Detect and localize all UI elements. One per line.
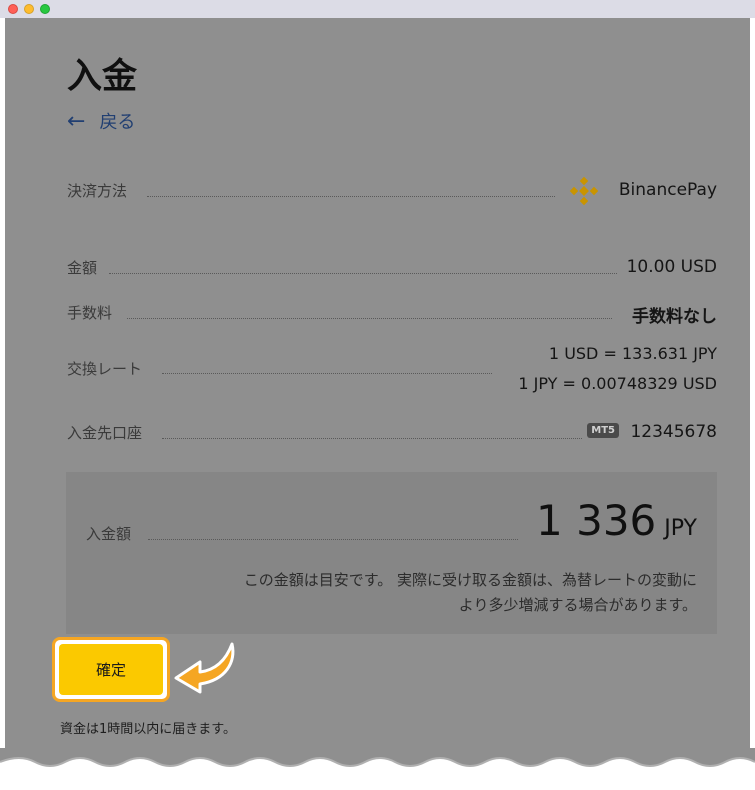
- amount-label: 金額: [67, 257, 98, 278]
- estimate-note: この金額は目安です。 実際に受け取る金額は、為替レートの変動に より多少増減する…: [137, 568, 697, 618]
- deposit-amount: 1 336 JPY: [536, 496, 697, 545]
- arrow-left-icon: ←: [67, 109, 86, 134]
- deposit-amount-label: 入金額: [86, 525, 132, 543]
- deposit-amount-currency: JPY: [664, 516, 697, 541]
- back-link[interactable]: ← 戻る: [67, 108, 135, 134]
- fee-row: 手数料 手数料なし: [67, 298, 717, 328]
- dotted-leader: [147, 196, 555, 197]
- payment-method-value: BinancePay: [618, 180, 717, 200]
- fee-label: 手数料: [67, 302, 113, 323]
- maximize-window-button[interactable]: [40, 4, 50, 14]
- pointing-arrow-icon: [174, 642, 235, 694]
- dotted-leader: [148, 539, 518, 540]
- exchange-rate-usd-jpy: 1 USD = 133.631 JPY: [548, 344, 717, 363]
- mt5-badge: MT5: [587, 423, 619, 438]
- minimize-window-button[interactable]: [24, 4, 34, 14]
- dotted-leader: [162, 373, 492, 374]
- exchange-rate-jpy-usd: 1 JPY = 0.00748329 USD: [518, 374, 717, 393]
- exchange-rate-row: 交換レート 1 USD = 133.631 JPY 1 JPY = 0.0074…: [67, 343, 717, 395]
- estimate-note-line: この金額は目安です。 実際に受け取る金額は、為替レートの変動に: [243, 571, 697, 589]
- browser-window: 入金 ← 戻る 決済方法 BinancePay 金額 10.00 USD 手数料…: [0, 0, 755, 790]
- amount-value: 10.00 USD: [626, 257, 717, 277]
- title-bar: [0, 0, 755, 18]
- dotted-leader: [162, 438, 582, 439]
- account-number: 12345678: [630, 422, 717, 442]
- back-link-label: 戻る: [99, 112, 136, 133]
- dotted-leader: [109, 273, 617, 274]
- account-label: 入金先口座: [67, 422, 143, 443]
- page-title: 入金: [67, 57, 138, 97]
- estimate-note-line: より多少増減する場合があります。: [458, 596, 697, 614]
- binance-logo-icon: [569, 176, 599, 206]
- fee-value: 手数料なし: [632, 307, 717, 327]
- dotted-leader: [127, 318, 612, 319]
- deposit-summary-box: 入金額 1 336 JPY この金額は目安です。 実際に受け取る金額は、為替レート…: [66, 472, 717, 634]
- payment-method-row: 決済方法 BinancePay: [67, 176, 717, 206]
- deposit-amount-value: 1 336: [536, 496, 657, 545]
- close-window-button[interactable]: [8, 4, 18, 14]
- torn-edge: [0, 748, 755, 790]
- payment-method-label: 決済方法: [67, 180, 128, 201]
- confirm-button[interactable]: 確定: [59, 644, 163, 695]
- delivery-time-note: 資金は1時間以内に届きます。: [60, 722, 236, 737]
- exchange-rate-label: 交換レート: [67, 358, 143, 379]
- account-row: 入金先口座 MT5 12345678: [67, 418, 717, 448]
- amount-row: 金額 10.00 USD: [67, 253, 717, 283]
